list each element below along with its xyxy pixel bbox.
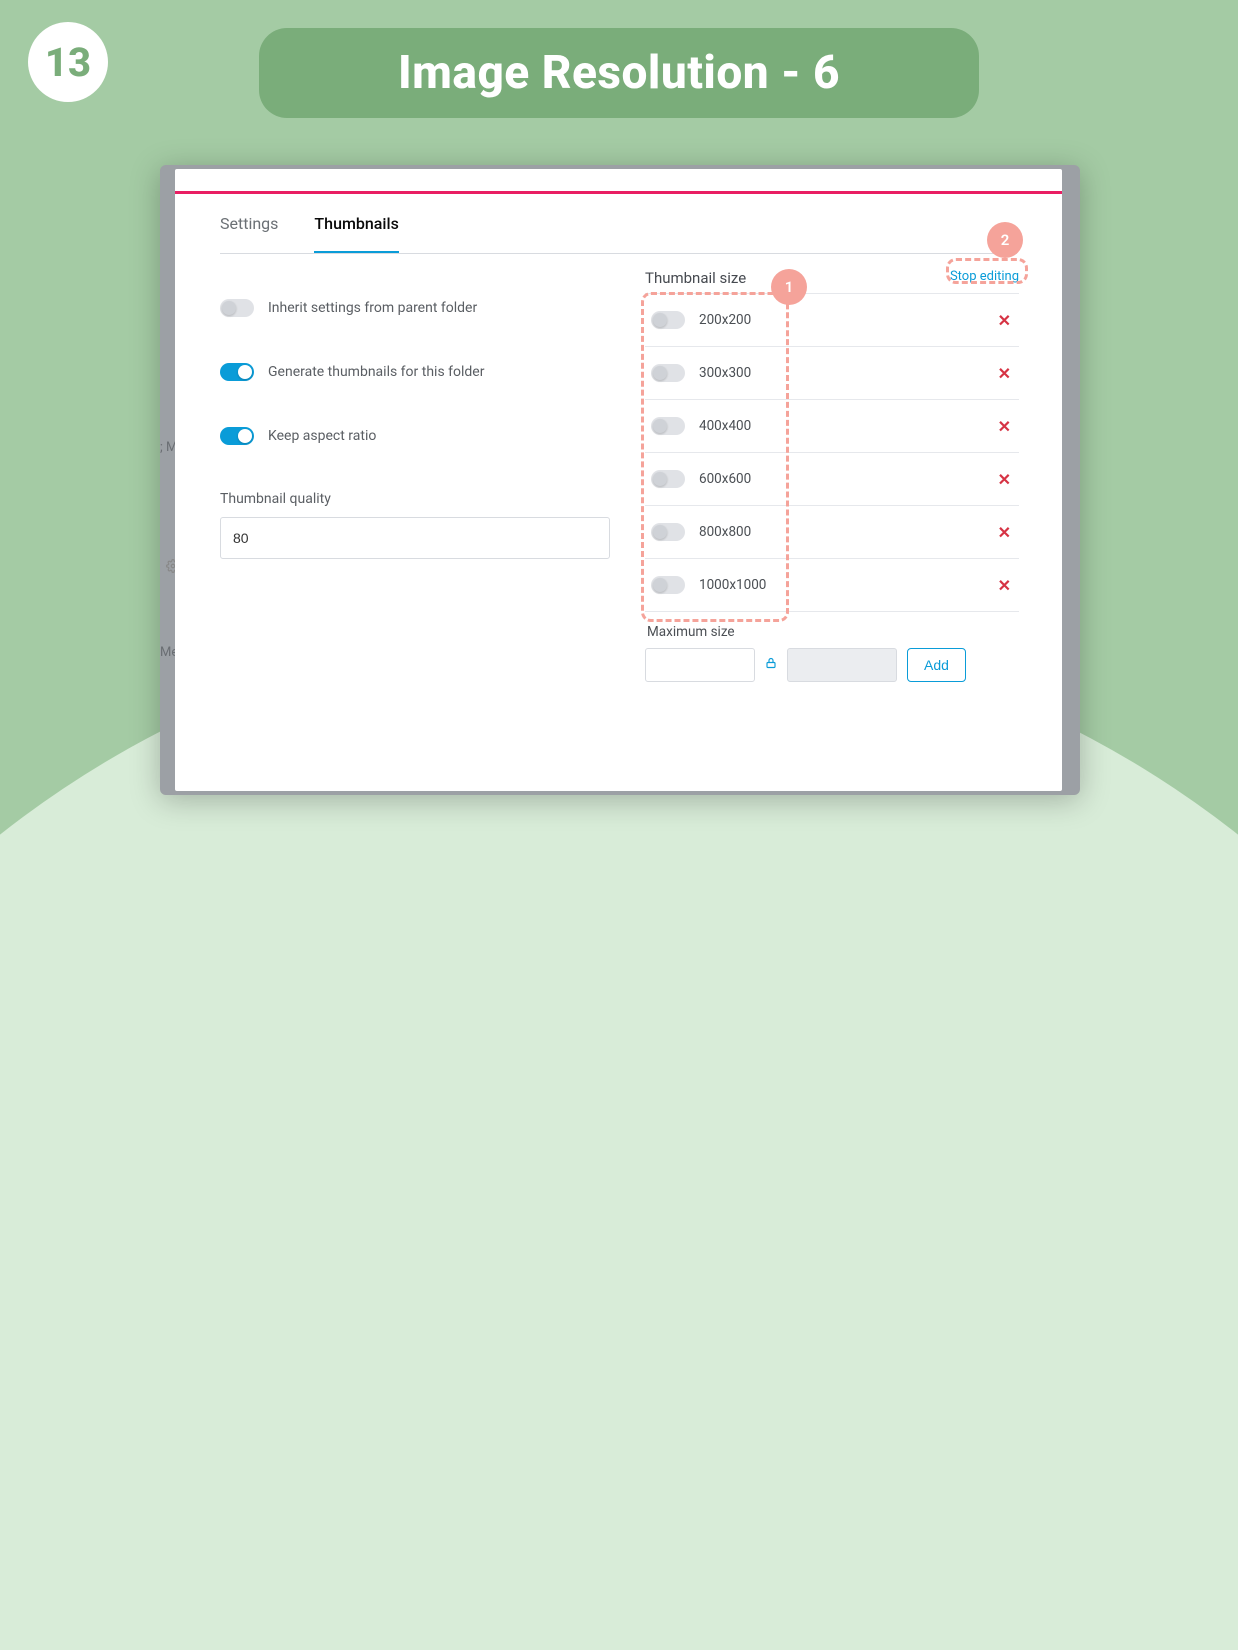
left-column: Inherit settings from parent folder Gene… <box>220 299 610 559</box>
delete-size-button[interactable]: ✕ <box>992 523 1017 542</box>
page-title: Image Resolution - 6 <box>259 28 979 118</box>
maximum-size-label: Maximum size <box>647 624 1019 640</box>
inherit-label: Inherit settings from parent folder <box>268 300 477 316</box>
delete-size-button[interactable]: ✕ <box>992 311 1017 330</box>
browser-frame: ; M Me Settings Thumbnails Inherit setti… <box>160 165 1080 795</box>
annotation-badge-1: 1 <box>771 269 807 305</box>
add-button[interactable]: Add <box>907 648 966 682</box>
aspect-setting-row: Keep aspect ratio <box>220 427 610 445</box>
generate-toggle[interactable] <box>220 363 254 381</box>
generate-setting-row: Generate thumbnails for this folder <box>220 363 610 381</box>
inherit-setting-row: Inherit settings from parent folder <box>220 299 610 317</box>
tabs: Settings Thumbnails <box>220 214 1017 254</box>
tab-settings[interactable]: Settings <box>220 214 278 253</box>
aspect-toggle[interactable] <box>220 427 254 445</box>
height-input[interactable] <box>787 648 897 682</box>
delete-size-button[interactable]: ✕ <box>992 470 1017 489</box>
quality-label: Thumbnail quality <box>220 491 610 507</box>
width-input[interactable] <box>645 648 755 682</box>
annotation-highlight-1 <box>641 292 789 622</box>
inherit-toggle[interactable] <box>220 299 254 317</box>
add-size-row: Add <box>645 648 1019 682</box>
aspect-label: Keep aspect ratio <box>268 428 376 444</box>
delete-size-button[interactable]: ✕ <box>992 364 1017 383</box>
background-accent-line <box>175 191 1062 194</box>
step-number-badge: 13 <box>28 22 108 102</box>
annotation-highlight-2 <box>946 258 1028 284</box>
delete-size-button[interactable]: ✕ <box>992 417 1017 436</box>
annotation-badge-2: 2 <box>987 222 1023 258</box>
tab-thumbnails[interactable]: Thumbnails <box>314 214 398 253</box>
lock-icon[interactable] <box>765 656 777 674</box>
quality-input[interactable] <box>220 517 610 559</box>
delete-size-button[interactable]: ✕ <box>992 576 1017 595</box>
settings-modal: Settings Thumbnails Inherit settings fro… <box>175 169 1062 791</box>
generate-label: Generate thumbnails for this folder <box>268 364 484 380</box>
